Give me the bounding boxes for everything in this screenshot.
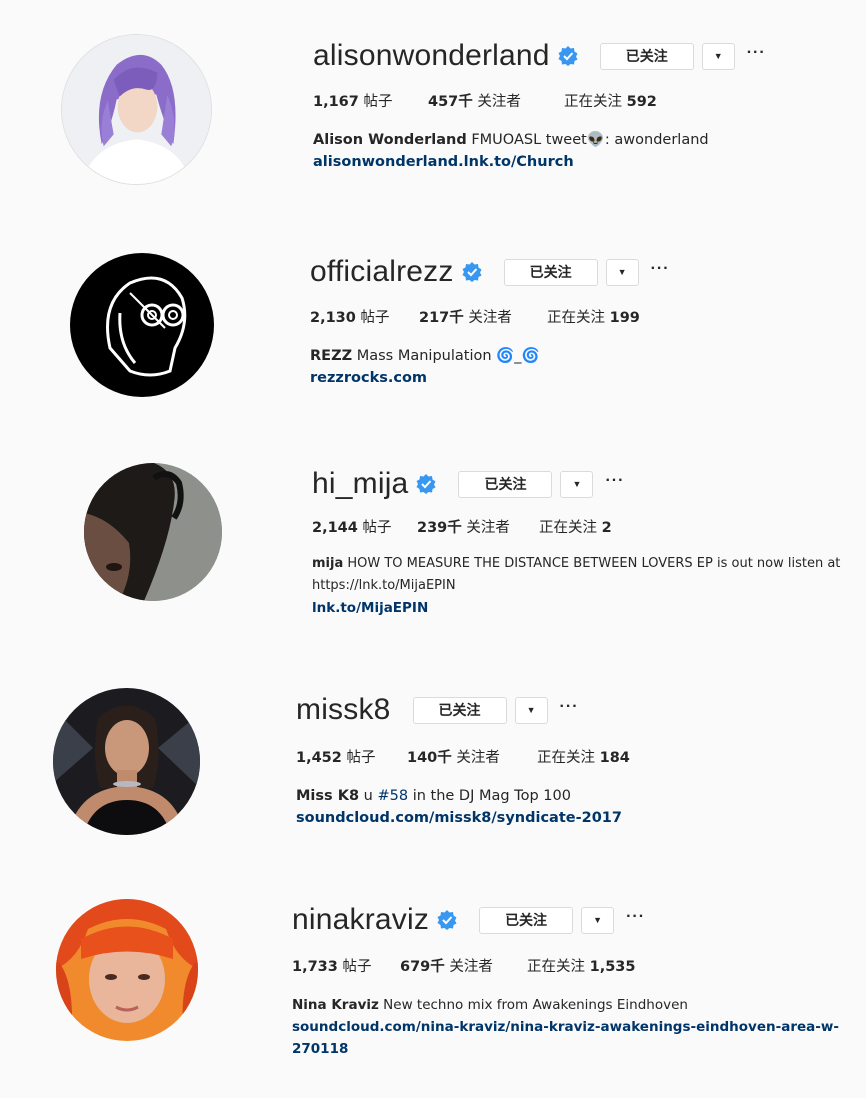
following-button[interactable]: 已关注: [599, 42, 694, 70]
avatar-image: [84, 463, 222, 601]
bio-text: HOW TO MEASURE THE DISTANCE BETWEEN LOVE…: [347, 556, 841, 571]
bio-text: Mass Manipulation: [356, 348, 492, 364]
triangle-down-icon: ▼: [617, 267, 627, 277]
following-button[interactable]: 已关注: [479, 906, 574, 934]
verified-badge-icon: [558, 46, 578, 66]
posts-count: 1,452 帖子: [296, 750, 376, 766]
suggestions-dropdown-button[interactable]: ▼: [581, 906, 615, 934]
suggestions-dropdown-button[interactable]: ▼: [605, 258, 639, 286]
triangle-down-icon: ▼: [572, 479, 582, 489]
hashtag-link[interactable]: #58: [377, 788, 408, 804]
bio: Alison Wonderland FMUOASL tweet👽: awonde…: [313, 129, 766, 151]
following-count[interactable]: 正在关注 1,535: [527, 955, 635, 976]
spiral-eyes-icon: 🌀_🌀: [496, 348, 540, 364]
username[interactable]: hi_mija: [312, 467, 408, 501]
triangle-down-icon: ▼: [593, 915, 603, 925]
bio-tail: : awonderland: [604, 132, 709, 148]
bio-text: FMUOASL tweet: [471, 132, 587, 148]
username[interactable]: missk8: [296, 693, 391, 727]
avatar-image: [70, 253, 214, 397]
bio-line-2: https://lnk.to/MijaEPIN: [312, 578, 456, 593]
profile-link[interactable]: soundcloud.com/nina-kraviz/nina-kraviz-a…: [292, 1016, 866, 1060]
profile-link[interactable]: soundcloud.com/missk8/syndicate-2017: [296, 807, 630, 829]
full-name: mija: [312, 556, 344, 571]
profile-link[interactable]: alisonwonderland.lnk.to/Church: [313, 151, 766, 173]
suggestions-dropdown-button[interactable]: ▼: [701, 42, 735, 70]
username[interactable]: ninakraviz: [292, 903, 429, 937]
followers-count[interactable]: 679千 关注者: [400, 955, 527, 976]
verified-badge-icon: [462, 262, 482, 282]
following-button[interactable]: 已关注: [458, 470, 553, 498]
avatar[interactable]: [61, 34, 212, 185]
followers-count[interactable]: 140千 关注者: [407, 746, 537, 767]
followers-count[interactable]: 217千 关注者: [419, 306, 547, 327]
bio-text: u: [363, 788, 373, 804]
avatar-image: [62, 35, 211, 184]
avatar-image: [56, 899, 198, 1041]
username[interactable]: officialrezz: [310, 255, 454, 289]
profile-card-alisonwonderland: alisonwonderland 已关注 ▼ ··· 1,167 帖子 457千…: [0, 30, 866, 230]
following-count[interactable]: 正在关注 592: [564, 90, 657, 111]
avatar[interactable]: [53, 688, 200, 835]
avatar[interactable]: [70, 253, 214, 397]
avatar[interactable]: [56, 899, 198, 1041]
posts-count: 2,144 帖子: [312, 520, 392, 536]
triangle-down-icon: ▼: [713, 51, 723, 61]
suggestions-dropdown-button[interactable]: ▼: [560, 470, 594, 498]
followers-count[interactable]: 457千 关注者: [428, 90, 564, 111]
full-name: Miss K8: [296, 788, 360, 804]
bio: Nina Kraviz New techno mix from Awakenin…: [292, 994, 866, 1016]
following-count[interactable]: 正在关注 2: [539, 516, 612, 537]
full-name: Alison Wonderland: [313, 132, 467, 148]
more-options-icon[interactable]: ···: [747, 45, 766, 64]
profile-card-officialrezz: officialrezz 已关注 ▼ ··· 2,130 帖子 217千 关注者…: [0, 250, 866, 450]
verified-badge-icon: [437, 910, 457, 930]
bio: Miss K8 u #58 in the DJ Mag Top 100: [296, 785, 630, 807]
full-name: Nina Kraviz: [292, 997, 379, 1013]
more-options-icon[interactable]: ···: [560, 699, 579, 718]
triangle-down-icon: ▼: [526, 705, 536, 715]
profile-card-ninakraviz: ninakraviz 已关注 ▼ ··· 1,733 帖子 679千 关注者 正…: [0, 898, 866, 1098]
avatar[interactable]: [84, 463, 222, 601]
suggestions-dropdown-button[interactable]: ▼: [514, 696, 548, 724]
profile-card-missk8: missk8 已关注 ▼ ··· 1,452 帖子 140千 关注者 正在关注 …: [0, 688, 866, 888]
posts-count: 1,733 帖子: [292, 959, 372, 975]
full-name: REZZ: [310, 348, 353, 364]
posts-count: 1,167 帖子: [313, 94, 393, 110]
more-options-icon[interactable]: ···: [626, 909, 645, 928]
more-options-icon[interactable]: ···: [605, 473, 624, 492]
profile-card-hi_mija: hi_mija 已关注 ▼ ··· 2,144 帖子 239千 关注者 正在关注…: [0, 460, 866, 660]
followers-count[interactable]: 239千 关注者: [417, 516, 539, 537]
posts-count: 2,130 帖子: [310, 310, 390, 326]
following-button[interactable]: 已关注: [412, 696, 507, 724]
following-count[interactable]: 正在关注 199: [547, 306, 640, 327]
more-options-icon[interactable]: ···: [651, 261, 670, 280]
profile-link[interactable]: rezzrocks.com: [310, 367, 670, 389]
bio: REZZ Mass Manipulation 🌀_🌀: [310, 345, 670, 367]
avatar-image: [53, 688, 200, 835]
profile-link[interactable]: lnk.to/MijaEPIN: [312, 597, 840, 619]
following-button[interactable]: 已关注: [503, 258, 598, 286]
bio-tail: in the DJ Mag Top 100: [412, 788, 571, 804]
verified-badge-icon: [416, 474, 436, 494]
bio-text: New techno mix from Awakenings Eindhoven: [383, 997, 688, 1013]
alien-icon: 👽: [586, 132, 605, 148]
following-count[interactable]: 正在关注 184: [537, 746, 630, 767]
username[interactable]: alisonwonderland: [313, 39, 550, 73]
bio: mija HOW TO MEASURE THE DISTANCE BETWEEN…: [312, 553, 840, 575]
